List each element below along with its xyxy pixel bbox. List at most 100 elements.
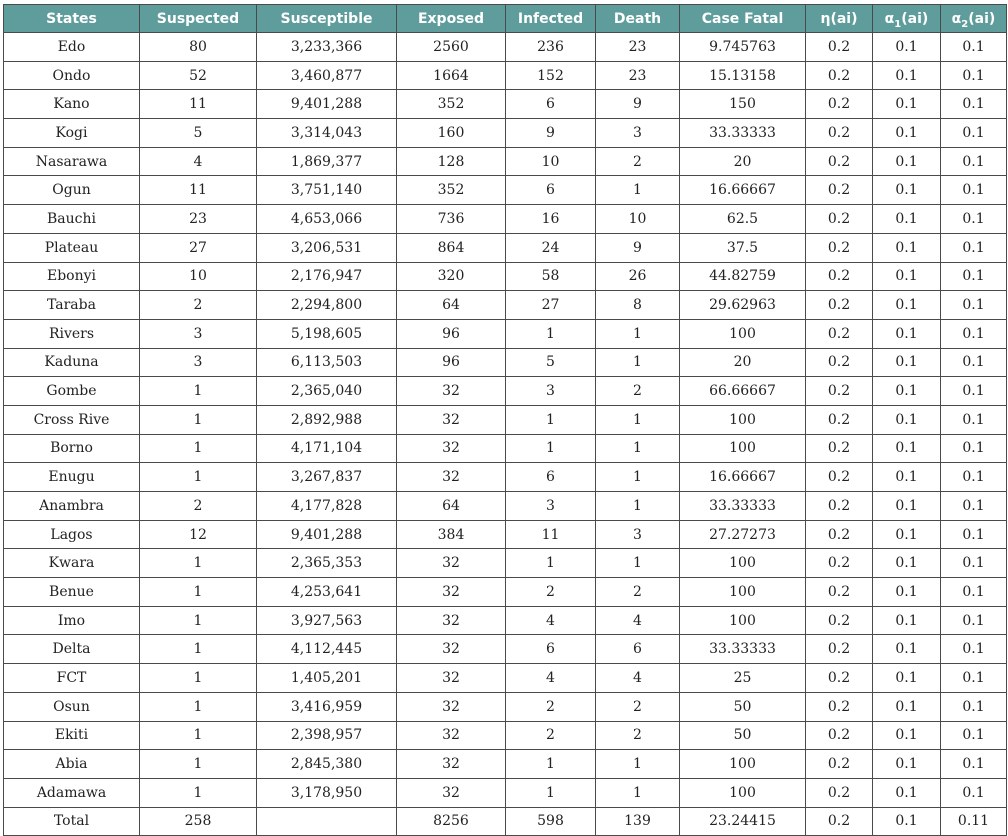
table-cell: 0.1: [940, 118, 1007, 148]
table-cell: 0.1: [872, 118, 941, 148]
state-cell: Lagos: [3, 519, 140, 550]
table-cell: 0.2: [805, 548, 873, 579]
state-cell: Delta: [3, 634, 140, 665]
table-cell: 2560: [396, 32, 506, 62]
table-cell: 100: [679, 777, 806, 808]
table-cell: 152: [505, 60, 596, 91]
table-cell: 100: [679, 605, 806, 636]
table-cell: 0.2: [805, 720, 873, 751]
table-cell: 32: [396, 605, 506, 636]
table-cell: 96: [396, 318, 506, 349]
table-cell: 0.2: [805, 146, 873, 177]
table-cell: 0.1: [940, 777, 1007, 808]
table-cell: 320: [396, 261, 506, 292]
table-cell: 0.2: [805, 376, 873, 406]
table-row: Kaduna 3 6,113,503 96 5 1 20 0.2 0.1 0.1: [3, 347, 1007, 378]
state-cell: Ebonyi: [3, 261, 140, 292]
total-row: Total 258 8256 598 139 23.24415 0.2 0.1 0.11: [3, 806, 1007, 836]
table-cell: 2: [505, 691, 596, 722]
table-cell: 3,927,563: [256, 605, 397, 636]
table-cell: 11: [139, 89, 257, 120]
table-cell: 0.1: [872, 175, 941, 206]
table-cell: 3,314,043: [256, 118, 397, 148]
table-cell: 4: [595, 605, 680, 636]
table-cell: 100: [679, 548, 806, 579]
table-cell: 9,401,288: [256, 519, 397, 550]
table-cell: 0.1: [872, 89, 941, 120]
table-cell: 25: [679, 663, 806, 693]
table-cell: 66.66667: [679, 376, 806, 406]
table-cell: 2,398,957: [256, 720, 397, 751]
table-cell: 100: [679, 749, 806, 779]
table-cell: 1: [139, 433, 257, 464]
table-row: Bauchi 23 4,653,066 736 16 10 62.5 0.2 0.1 0.1: [3, 204, 1007, 234]
table-row: FCT 1 1,405,201 32 4 4 25 0.2 0.1 0.1: [3, 663, 1007, 693]
table-cell: 32: [396, 720, 506, 751]
table-cell: 2,365,353: [256, 548, 397, 579]
table-cell: 4: [505, 605, 596, 636]
table-cell: 3: [505, 376, 596, 406]
state-cell: Ondo: [3, 60, 140, 91]
table-row: Rivers 3 5,198,605 96 1 1 100 0.2 0.1 0.1: [3, 318, 1007, 349]
table-cell: 20: [679, 146, 806, 177]
state-cell: Kano: [3, 89, 140, 120]
table-row: Ekiti 1 2,398,957 32 2 2 50 0.2 0.1 0.1: [3, 720, 1007, 751]
table-cell: 598: [505, 806, 596, 836]
table-cell: 0.2: [805, 32, 873, 62]
table-cell: 0.1: [872, 204, 941, 234]
state-cell: Total: [3, 806, 140, 836]
header-symbol: α: [951, 10, 962, 27]
state-cell: Osun: [3, 691, 140, 722]
table-row: Anambra 2 4,177,828 64 3 1 33.33333 0.2 0.1 0.1: [3, 491, 1007, 521]
table-cell: 9: [595, 89, 680, 120]
table-cell: 2,294,800: [256, 290, 397, 320]
state-cell: Plateau: [3, 232, 140, 263]
table-cell: 33.33333: [679, 118, 806, 148]
state-cell: Taraba: [3, 290, 140, 320]
table-cell: 1: [139, 605, 257, 636]
state-cell: Enugu: [3, 462, 140, 492]
table-cell: 0.2: [805, 60, 873, 91]
table-cell: 1: [505, 777, 596, 808]
table-cell: 4: [595, 663, 680, 693]
table-cell: 32: [396, 577, 506, 607]
table-cell: 352: [396, 175, 506, 206]
table-cell: 64: [396, 491, 506, 521]
state-cell: Kwara: [3, 548, 140, 579]
table-cell: 1: [139, 404, 257, 435]
table-cell: 1: [595, 404, 680, 435]
table-cell: 1: [595, 318, 680, 349]
table-cell: 32: [396, 749, 506, 779]
table-cell: 4,253,641: [256, 577, 397, 607]
table-cell: 0.1: [940, 491, 1007, 521]
table-cell: 0.1: [872, 605, 941, 636]
table-cell: 1: [139, 634, 257, 665]
table-cell: 0.1: [872, 290, 941, 320]
table-cell: 0.1: [940, 577, 1007, 607]
table-cell: 2,845,380: [256, 749, 397, 779]
table-cell: 100: [679, 318, 806, 349]
table-cell: 4,171,104: [256, 433, 397, 464]
table-cell: 2: [505, 577, 596, 607]
table-cell: 0.1: [940, 261, 1007, 292]
header-suffix: (ai): [901, 10, 929, 27]
state-cell: Abia: [3, 749, 140, 779]
state-cell: Imo: [3, 605, 140, 636]
table-row: Imo 1 3,927,563 32 4 4 100 0.2 0.1 0.1: [3, 605, 1007, 636]
table-cell: 0.1: [940, 663, 1007, 693]
column-header: Infected: [505, 4, 596, 33]
table-cell: 0.1: [940, 691, 1007, 722]
table-cell: 37.5: [679, 232, 806, 263]
table-cell: 0.2: [805, 290, 873, 320]
table-row: Adamawa 1 3,178,950 32 1 1 100 0.2 0.1 0.1: [3, 777, 1007, 808]
header-symbol: α: [884, 10, 895, 27]
table-cell: 3,460,877: [256, 60, 397, 91]
table-cell: 52: [139, 60, 257, 91]
table-cell: 0.2: [805, 605, 873, 636]
table-cell: 1: [139, 720, 257, 751]
table-cell: 80: [139, 32, 257, 62]
table-cell: 27.27273: [679, 519, 806, 550]
table-cell: 100: [679, 577, 806, 607]
state-cell: FCT: [3, 663, 140, 693]
state-cell: Adamawa: [3, 777, 140, 808]
